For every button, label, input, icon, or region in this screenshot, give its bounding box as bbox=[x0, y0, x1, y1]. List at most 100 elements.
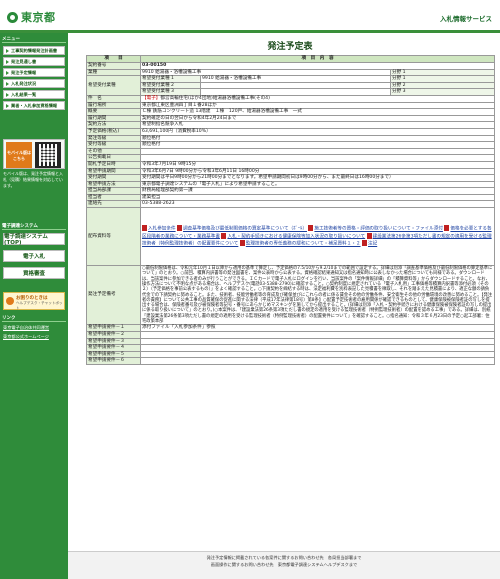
wish3-rank: 分野 3 bbox=[389, 88, 496, 96]
pdf-icon bbox=[142, 225, 147, 232]
sidebar-section-links: リンク bbox=[2, 315, 66, 322]
link-joint-operation[interactable]: 東京電子自治体共同運営 bbox=[3, 325, 65, 331]
row-label: 希望申請期間 bbox=[86, 167, 141, 176]
tokyo-logo-icon bbox=[7, 11, 18, 23]
date-value bbox=[139, 154, 496, 162]
link-tokyo-official[interactable]: 東京都公式ホームページ bbox=[3, 334, 65, 340]
row-label: 受付等級 bbox=[86, 141, 141, 149]
mobile-banner[interactable]: モバイル版はこちら bbox=[3, 139, 65, 169]
doc-link[interactable]: 注記 bbox=[368, 242, 377, 247]
wish3-label: 希望受付業種 3 bbox=[140, 88, 201, 96]
office-value: 財務局経理部契約第一課 bbox=[139, 187, 496, 195]
row-label: 受付期間 bbox=[86, 174, 141, 182]
project-name: 【電子】都営高輪住宅(ほか4団地)給湯器浴槽設備工事(その4) bbox=[139, 94, 496, 103]
sidebar-system-top[interactable]: 電子調達システム(TOP) bbox=[3, 233, 65, 246]
type-value: 9910 給湯器・浴槽設備工事 bbox=[140, 68, 391, 77]
help-banner[interactable]: お困りのときは ヘルプデスク・チャットボット bbox=[3, 292, 65, 310]
wish1-rank: 分野 1 bbox=[389, 75, 496, 83]
type-rank: 分野 1 bbox=[389, 68, 496, 77]
dept-value: 順位格付 bbox=[139, 134, 496, 143]
doc-link[interactable]: 監理技術者の専任義務の緩和について・補足資料１・２ bbox=[246, 242, 361, 247]
mobile-label: モバイル版はこちら bbox=[6, 142, 32, 168]
table-row: 受付期間 受付期間は平日9時00分から21時00分までとなります。希望申請期間初… bbox=[86, 174, 496, 182]
period-value: 契約確定の日の翌日から令和4年2月24日まで bbox=[139, 114, 496, 123]
doc-link[interactable]: 入札参加条件 bbox=[148, 227, 176, 232]
footer-line-1: 発注予定情報に掲載されている各案件に関するお問い合わせ先 各局担当部署まで bbox=[206, 555, 362, 560]
pdf-icon bbox=[366, 232, 372, 239]
docs-list: 入札参加条件 調査基準価格及び最低制限価格の算定基準について（ﾎﾞｰﾙ） 施工技… bbox=[139, 207, 496, 267]
table-row: 受付等級 順位格付 bbox=[86, 141, 496, 149]
sidebar-item-results[interactable]: 入札結果一覧 bbox=[3, 90, 65, 99]
table-row: 予定価格(税込) 63,691,100円（消費税率10%） bbox=[86, 127, 496, 136]
row-label: 契約方法 bbox=[86, 121, 141, 129]
table-row: 担当局部課 財務局経理部契約第一課 bbox=[86, 187, 496, 195]
wish1-label: 希望受付業種 1 bbox=[140, 75, 201, 83]
table-row: 履行期間 契約確定の日の翌日から令和4年2月24日まで bbox=[86, 114, 496, 123]
sidebar-e-bidding[interactable]: 電子入札 bbox=[3, 250, 65, 262]
row-label: 希望申請要件－６ bbox=[86, 357, 141, 365]
wish2-label: 希望受付業種 2 bbox=[140, 81, 201, 90]
help-icon bbox=[6, 297, 14, 305]
row-label: 担当局部課 bbox=[86, 187, 141, 195]
table-header-row: 項 目 項 目 内 容 bbox=[86, 55, 496, 63]
table-row: 希望申請要件－２ bbox=[86, 330, 496, 339]
sidebar-section-menu: メニュー bbox=[2, 36, 66, 43]
row-label: 予定価格(税込) bbox=[86, 127, 141, 136]
doc-link[interactable]: 調査基準価格及び最低制限価格の算定基準について（ﾎﾞｰﾙ） bbox=[183, 227, 307, 232]
qr-code-icon bbox=[35, 142, 61, 168]
table-row: 希望申請方法 東京都電子調達システムの「電子入札」により希望申請すること。 bbox=[86, 180, 496, 189]
place-value: 東京都江東区豊洲四丁目１番28ほか bbox=[139, 101, 496, 110]
summary-value: Ｃ棟 鉄筋コンクリート造 13階建 １棟 120戸、給湯器浴槽設備工事 一式 bbox=[139, 108, 496, 116]
table-row: 希望申請要件－１ 添付ファイル「入札参加条件」参照 bbox=[86, 324, 496, 332]
sidebar-item-schedule[interactable]: 発注予定情報 bbox=[3, 68, 65, 77]
mobile-note: モバイル版は、発注予定情報と入札（見積）結果情報を対応しています。 bbox=[3, 171, 63, 188]
sidebar-item-plan[interactable]: 工事契約情報発注計画書 bbox=[3, 46, 65, 55]
price-value: 63,691,100円（消費税率10%） bbox=[139, 127, 496, 136]
sidebar-item-status[interactable]: 入札発注状況 bbox=[3, 79, 65, 88]
arrow-icon bbox=[6, 59, 9, 64]
row-label: 契約番号 bbox=[86, 62, 141, 70]
table-row: 希望申請要件－５ bbox=[86, 350, 496, 359]
table-row: 業種 9910 給湯器・浴槽設備工事 分野 1 bbox=[86, 68, 496, 77]
arrow-icon bbox=[6, 70, 9, 75]
row-label: 公告掲載日 bbox=[86, 154, 141, 162]
table-row: 希望申請期間 令和3年6月7日 9時00分から令和3年6月11日 16時00分 bbox=[86, 167, 496, 176]
doc-link[interactable]: 施工技術者等の資格・評価の取り扱いについて・ファイル添付 bbox=[314, 227, 443, 232]
arrow-icon bbox=[6, 103, 9, 108]
table-row: 開札予定日時 令和3年7月19日 9時15分 bbox=[86, 160, 496, 169]
person-value: 建築担当 bbox=[139, 193, 496, 202]
logo-text: 東京都 bbox=[21, 11, 56, 24]
pdf-icon bbox=[239, 240, 245, 247]
pdf-icon bbox=[362, 240, 367, 247]
table-row: 配布資料等 入札参加条件 調査基準価格及び最低制限価格の算定基準について（ﾎﾞｰ… bbox=[86, 207, 496, 267]
row-label: 概要 bbox=[86, 108, 141, 116]
table-row: 件 名 【電子】都営高輪住宅(ほか4団地)給湯器浴槽設備工事(その4) bbox=[86, 94, 496, 103]
row-label: 履行場所 bbox=[86, 101, 141, 110]
method-value: 希望制指名競争入札 bbox=[139, 121, 496, 129]
table-row: 担当者 建築担当 bbox=[86, 193, 496, 202]
table-row: 契約番号 03-00150 bbox=[86, 62, 496, 70]
table-row: 希望受付業種 2 分野 2 bbox=[87, 81, 496, 90]
row-label: 履行期間 bbox=[86, 114, 141, 123]
pdf-icon bbox=[221, 232, 227, 239]
wish2-rank: 分野 2 bbox=[389, 81, 496, 90]
table-row: 概要 Ｃ棟 鉄筋コンクリート造 13階建 １棟 120戸、給湯器浴槽設備工事 一… bbox=[86, 108, 496, 116]
row-label: 担当者 bbox=[86, 193, 141, 202]
row-label: 件 名 bbox=[86, 94, 141, 103]
accept-period-value: 受付期間は平日9時00分から21時00分までとなります。希望申請期間初日は9時0… bbox=[139, 174, 496, 182]
sidebar-qualification-review[interactable]: 資格審査 bbox=[3, 267, 65, 279]
accept-value: 順位格付 bbox=[139, 141, 496, 149]
sidebar-item-qualification[interactable]: 業者・入札参加資格情報 bbox=[3, 101, 65, 110]
electronic-tag: 【電子】 bbox=[142, 95, 161, 101]
arrow-icon bbox=[6, 81, 9, 86]
arrow-icon bbox=[6, 48, 9, 53]
sidebar-item-outlook[interactable]: 発注見通し書 bbox=[3, 57, 65, 66]
doc-link[interactable]: 入札・契約手続きにおける健康保険等加入状況の取り扱いについて bbox=[227, 234, 365, 239]
tokyo-logo[interactable]: 東京都 bbox=[7, 9, 56, 25]
open-value: 令和3年7月19日 9時15分 bbox=[139, 160, 496, 169]
detail-table: 項 目 項 目 内 容 契約番号 03-00150 業種 9910 給湯器・浴槽… bbox=[86, 55, 496, 365]
sidebar: メニュー 工事契約情報発注計画書 発注見通し書 発注予定情報 入札発注状況 入札… bbox=[0, 33, 68, 579]
row-label: 希望申請要件－５ bbox=[86, 350, 141, 359]
sidebar-section-system: 電子調達システム bbox=[2, 223, 66, 230]
table-row: 希望受付業種 3 分野 3 bbox=[87, 88, 496, 96]
